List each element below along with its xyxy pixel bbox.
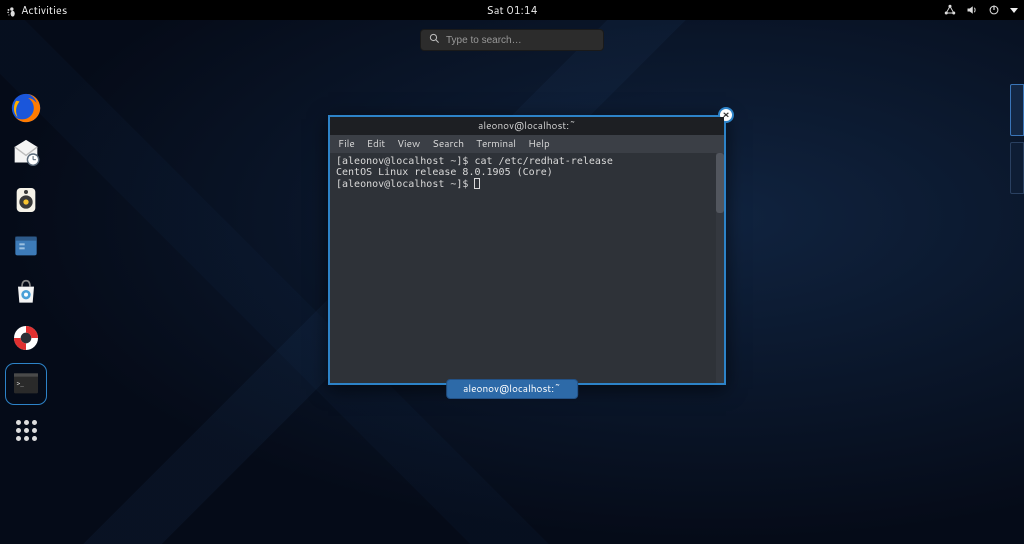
menu-terminal[interactable]: Terminal	[476, 137, 516, 151]
system-tray[interactable]	[944, 4, 1018, 16]
terminal-window[interactable]: × aleonov@localhost:~ File Edit View Sea…	[328, 115, 726, 385]
dock-item-show-applications[interactable]	[8, 412, 44, 448]
dock-item-terminal[interactable]: >_	[8, 366, 44, 402]
window-titlebar[interactable]: aleonov@localhost:~	[330, 117, 724, 135]
workspace-switcher	[1006, 84, 1024, 194]
dock-item-firefox[interactable]	[8, 90, 44, 126]
menu-help[interactable]: Help	[528, 137, 550, 151]
terminal-icon: >_	[10, 368, 42, 400]
window-title: aleonov@localhost:~	[478, 119, 576, 133]
gnome-foot-icon	[6, 5, 16, 15]
mail-icon	[9, 137, 43, 171]
svg-text:>_: >_	[17, 380, 25, 387]
dock-item-rhythmbox[interactable]	[8, 182, 44, 218]
speaker-icon	[10, 184, 42, 216]
terminal-scrollbar[interactable]	[716, 153, 724, 383]
menu-search[interactable]: Search	[432, 137, 464, 151]
dock-item-software[interactable]	[8, 274, 44, 310]
terminal-menubar: File Edit View Search Terminal Help	[330, 135, 724, 153]
apps-grid-icon	[16, 420, 37, 441]
terminal-line: [aleonov@localhost ~]$	[336, 179, 474, 190]
chevron-down-icon[interactable]	[1010, 8, 1018, 13]
dock-item-files[interactable]	[8, 228, 44, 264]
life-ring-icon	[10, 322, 42, 354]
firefox-icon	[9, 91, 43, 125]
workspace-thumb-2[interactable]	[1010, 142, 1024, 194]
terminal-line: [aleonov@localhost ~]$ cat /etc/redhat-r…	[336, 156, 613, 167]
activities-button[interactable]: Activities	[21, 2, 67, 18]
search-input[interactable]	[446, 35, 595, 46]
power-icon[interactable]	[988, 4, 1000, 16]
overview-search[interactable]	[420, 29, 604, 51]
terminal-line: CentOS Linux release 8.0.1905 (Core)	[336, 167, 553, 178]
window-task-label[interactable]: aleonov@localhost:~	[446, 379, 578, 399]
scrollbar-thumb[interactable]	[716, 153, 724, 213]
network-icon[interactable]	[944, 4, 956, 16]
top-bar: Activities Sat 01:14	[0, 0, 1024, 20]
dash-dock: >_	[4, 90, 48, 448]
terminal-cursor	[474, 178, 480, 189]
clock[interactable]: Sat 01:14	[486, 2, 537, 18]
menu-edit[interactable]: Edit	[367, 137, 385, 151]
shopping-bag-icon	[10, 276, 42, 308]
dock-item-help[interactable]	[8, 320, 44, 356]
volume-icon[interactable]	[966, 4, 978, 16]
files-icon	[10, 230, 42, 262]
search-icon	[429, 33, 440, 48]
workspace-thumb-1[interactable]	[1010, 84, 1024, 136]
terminal-output[interactable]: [aleonov@localhost ~]$ cat /etc/redhat-r…	[330, 153, 724, 383]
topbar-left: Activities	[6, 2, 67, 18]
menu-file[interactable]: File	[338, 137, 355, 151]
menu-view[interactable]: View	[397, 137, 420, 151]
dock-item-evolution[interactable]	[8, 136, 44, 172]
